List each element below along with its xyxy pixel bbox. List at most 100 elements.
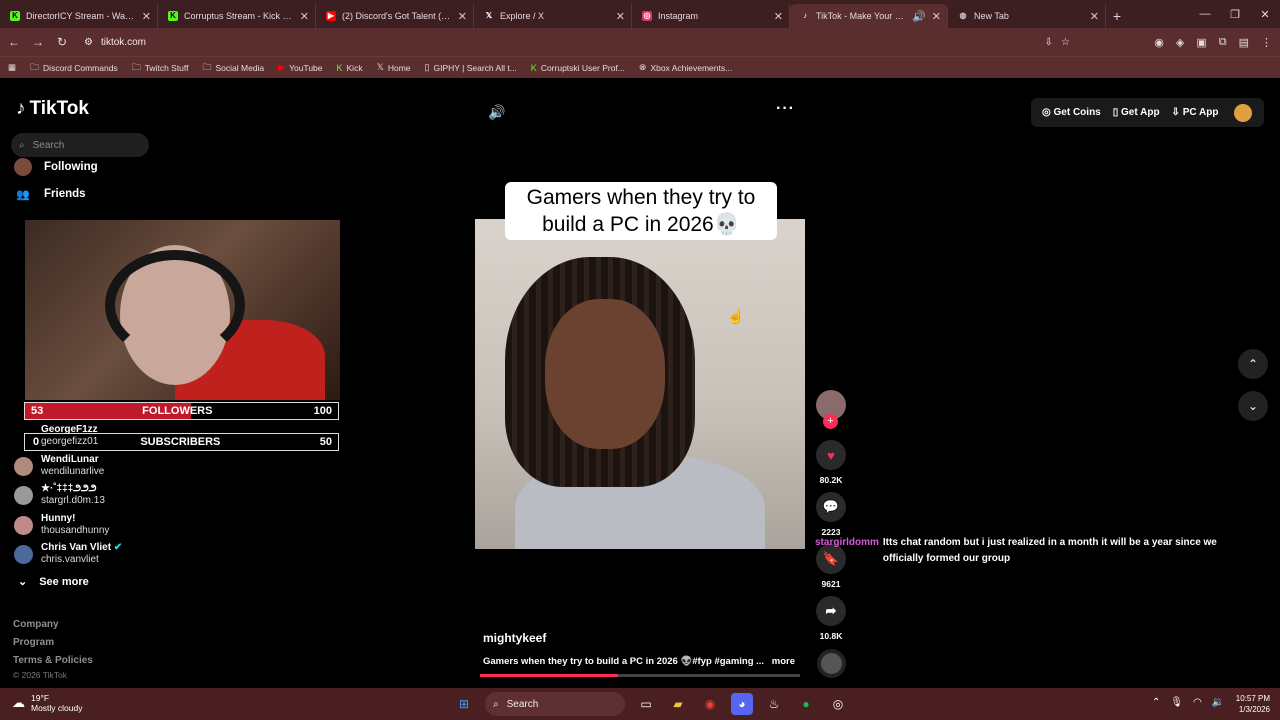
follow-plus-button[interactable]: +	[823, 414, 838, 429]
bookmark-item[interactable]: 🗀 Social Media	[202, 60, 264, 76]
nav-following[interactable]: Following	[14, 158, 98, 176]
bookmark-star-icon[interactable]: ☆	[1061, 37, 1070, 48]
maximize-icon[interactable]: ❐	[1220, 8, 1250, 21]
spotify-icon[interactable]: ●	[795, 693, 817, 715]
followers-goal-bar: 53 FOLLOWERS 100	[24, 402, 339, 420]
browser-tab[interactable]: KDirectorICY Stream - Watch Liv✕	[0, 4, 158, 28]
close-window-icon[interactable]: ✕	[1250, 8, 1280, 21]
list-item[interactable]: Chris Van Vliet ✔ chris.vanvliet	[14, 542, 122, 566]
avatar	[14, 544, 33, 564]
video-person-face	[545, 299, 665, 449]
close-tab-icon[interactable]: ✕	[774, 10, 783, 23]
video-caption: Gamers when they try to build a PC in 20…	[505, 182, 777, 240]
list-item[interactable]: WendiLunar wendilunarlive	[14, 454, 104, 478]
file-explorer-icon[interactable]: ▰	[667, 693, 689, 715]
browser-tab[interactable]: ▶(2) Discord's Got Talent (ft. Cas✕	[316, 4, 474, 28]
clock[interactable]: 10:57 PM 1/3/2026	[1232, 693, 1270, 715]
menu-icon[interactable]: ⋮	[1261, 36, 1272, 49]
close-tab-icon[interactable]: ✕	[932, 10, 941, 23]
forward-icon[interactable]: →	[32, 35, 44, 49]
extension-icon[interactable]: ◈	[1176, 36, 1184, 49]
nav-friends[interactable]: 👥 Friends	[14, 185, 85, 203]
get-coins-button[interactable]: ◎ Get Coins	[1042, 107, 1101, 118]
close-tab-icon[interactable]: ✕	[300, 10, 309, 23]
back-icon[interactable]: ←	[8, 35, 20, 49]
twitch-extension-icon[interactable]: ▣	[1196, 36, 1206, 49]
tiktok-page: ♪ TikTok ⌕ Search Following 👥 Friends 53 FO…	[0, 78, 1280, 688]
site-info-icon[interactable]: ⚙	[84, 37, 93, 48]
bookmark-item[interactable]: ▯ GIPHY | Search All t...	[425, 62, 517, 73]
task-view-icon[interactable]: ▭	[635, 693, 657, 715]
more-options-icon[interactable]: ···	[776, 100, 795, 118]
share-action[interactable]: ➦ 10.8K	[815, 596, 847, 641]
close-tab-icon[interactable]: ✕	[616, 10, 625, 23]
taskbar-search[interactable]: ⌕ Search	[485, 692, 625, 716]
browser-tab[interactable]: 𝕏 Explore / X ✕	[474, 4, 632, 28]
youtube-icon: ▶	[326, 11, 336, 21]
list-item[interactable]: GeorgeF1zz georgefizz01	[14, 424, 98, 448]
video-progress-bar[interactable]	[480, 674, 800, 677]
footer-link[interactable]: Program	[13, 637, 54, 648]
more-link[interactable]: more	[772, 656, 795, 667]
volume-icon[interactable]: 🔊	[488, 104, 505, 121]
volume-icon[interactable]: 🔉	[1212, 697, 1224, 708]
pc-app-button[interactable]: ⇩ PC App	[1172, 107, 1219, 118]
weather-widget[interactable]: ☁ 19°F Mostly cloudy	[12, 693, 83, 713]
bookmark-item[interactable]: 🗀 Twitch Stuff	[132, 60, 189, 76]
windows-start-icon[interactable]: ⊞	[453, 693, 475, 715]
bookmark-item[interactable]: K Corruptski User Prof...	[531, 63, 625, 73]
footer-link[interactable]: Terms & Policies	[13, 655, 93, 666]
previous-video-button[interactable]: ⌃	[1238, 349, 1268, 379]
obs-icon[interactable]: ◎	[827, 693, 849, 715]
video-player[interactable]	[475, 219, 805, 549]
chevron-up-icon[interactable]: ⌃	[1152, 697, 1160, 708]
list-item[interactable]: ★·˚‡‡‡౨౨౨ stargrl.d0m.13	[14, 483, 105, 507]
list-item[interactable]: Hunny! thousandhunny	[14, 513, 109, 537]
speaker-icon[interactable]: 🔊	[912, 10, 926, 23]
bookmark-item[interactable]: ⊗ Xbox Achievements...	[639, 62, 732, 73]
music-disc[interactable]	[817, 649, 846, 678]
address-bar[interactable]: ⚙ tiktok.com ⇩ ☆	[80, 32, 1070, 52]
install-icon[interactable]: ⇩	[1045, 37, 1053, 48]
extension-icon[interactable]: ◉	[1154, 36, 1164, 49]
see-more-button[interactable]: ⌄ See more	[18, 575, 89, 589]
like-action[interactable]: ♥ 80.2K	[815, 440, 847, 485]
tiktok-logo[interactable]: ♪ TikTok	[16, 98, 89, 120]
chrome-icon[interactable]: ◉	[699, 693, 721, 715]
bookmark-item[interactable]: 🗀 Discord Commands	[30, 60, 118, 76]
chevron-down-icon: ⌄	[18, 576, 28, 588]
search-input[interactable]: ⌕ Search	[11, 133, 149, 157]
wifi-icon[interactable]: ◠	[1193, 697, 1202, 708]
video-author[interactable]: mightykeef	[483, 631, 546, 645]
sidebar-icon[interactable]: ▤	[1239, 36, 1249, 49]
new-tab-button[interactable]: +	[1106, 4, 1128, 28]
close-tab-icon[interactable]: ✕	[458, 10, 467, 23]
bookmark-item[interactable]: ▶ YouTube	[278, 62, 322, 73]
reload-icon[interactable]: ↻	[56, 35, 68, 49]
discord-icon[interactable]: ◕	[731, 693, 753, 715]
get-app-button[interactable]: ▯ Get App	[1113, 107, 1160, 118]
friends-icon: 👥	[16, 188, 30, 201]
bookmark-item[interactable]: 𝕏 Home	[377, 62, 411, 73]
browser-tab[interactable]: ◍ New Tab ✕	[948, 4, 1106, 28]
comment-action[interactable]: 💬 2223	[815, 492, 847, 537]
avatar	[14, 456, 33, 476]
browser-tab[interactable]: ◎ Instagram ✕	[632, 4, 790, 28]
webcam-overlay	[25, 220, 340, 400]
browser-tab[interactable]: KCorruptus Stream - Kick Dashb✕	[158, 4, 316, 28]
microphone-icon[interactable]: 🎙	[1170, 697, 1183, 708]
bookmark-item[interactable]: K Kick	[337, 63, 363, 73]
steam-icon[interactable]: ♨	[763, 693, 785, 715]
next-video-button[interactable]: ⌄	[1238, 391, 1268, 421]
close-tab-icon[interactable]: ✕	[142, 10, 151, 23]
footer-link[interactable]: Company	[13, 619, 59, 630]
profile-avatar[interactable]	[1234, 103, 1253, 122]
apps-icon[interactable]: ▦	[8, 62, 16, 73]
hand-cursor-icon: ☝	[727, 308, 745, 324]
minimize-icon[interactable]: —	[1190, 8, 1220, 20]
close-tab-icon[interactable]: ✕	[1090, 10, 1099, 23]
puzzle-icon[interactable]: ⧉	[1219, 36, 1227, 49]
browser-tab-active[interactable]: ♪ TikTok - Make Your Day 🔊 ✕	[790, 4, 948, 28]
chevron-up-icon: ⌃	[1247, 357, 1259, 371]
search-icon: ⌕	[19, 139, 25, 151]
